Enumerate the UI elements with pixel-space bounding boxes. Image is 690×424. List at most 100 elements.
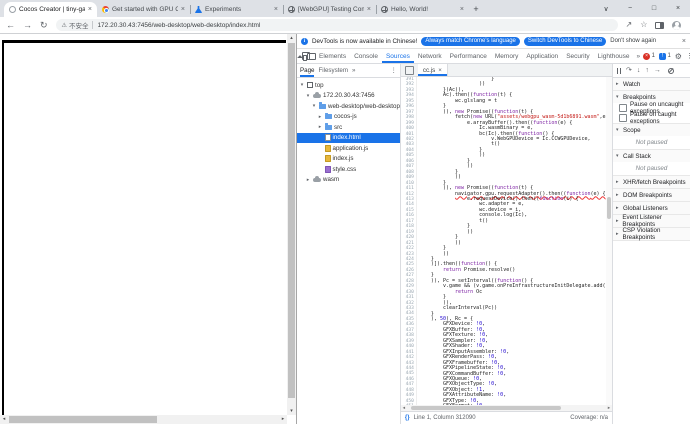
profile-avatar[interactable]: [672, 20, 682, 30]
settings-gear-icon[interactable]: ⚙: [675, 52, 682, 61]
chevron-down-icon[interactable]: ▾: [299, 82, 305, 88]
chevron-down-icon[interactable]: ▾: [305, 93, 311, 99]
devtools-tab-memory[interactable]: Memory: [491, 50, 522, 63]
editor-scroll-left-icon[interactable]: ◄: [402, 405, 406, 411]
devtools-menu-icon[interactable]: ⋮: [686, 52, 690, 60]
section-header[interactable]: ▸ XHR/fetch Breakpoints: [613, 176, 690, 188]
share-icon[interactable]: ↗: [626, 21, 633, 29]
browser-tab[interactable]: Get started with GPU Compu...×: [97, 2, 190, 17]
step-out-icon[interactable]: ↑: [645, 67, 649, 74]
tab-search-icon[interactable]: ∨: [594, 5, 618, 13]
chevron-down-icon[interactable]: ▾: [311, 103, 317, 109]
browser-tab[interactable]: Cocos Creator | tiny-game×: [4, 2, 97, 17]
side-panel-icon[interactable]: [655, 21, 665, 29]
tree-item-index-js[interactable]: index.js: [297, 154, 400, 165]
browser-tab[interactable]: Experiments ×: [190, 2, 283, 17]
game-canvas[interactable]: [2, 40, 286, 424]
scroll-right-icon[interactable]: ▸: [279, 415, 287, 424]
scroll-up-icon[interactable]: ▴: [287, 34, 296, 42]
tree-item-172-20-30-43-7456[interactable]: ▾ 172.20.30.43:7456: [297, 91, 400, 102]
pretty-print-icon[interactable]: {}: [405, 415, 410, 421]
issues-badge[interactable]: ! 1: [658, 52, 671, 60]
section-header[interactable]: ▸ CSP Violation Breakpoints: [613, 227, 690, 241]
pause-option-row[interactable]: Pause on caught exceptions: [613, 111, 690, 125]
navigator-overflow-icon[interactable]: »: [352, 67, 355, 74]
line-number-gutter: 391 392 393 394 395 396 397 398 399 400 401 402 403 4…: [400, 77, 417, 405]
more-tabs-icon[interactable]: »: [634, 53, 642, 60]
scroll-down-icon[interactable]: ▾: [287, 407, 296, 415]
code-area[interactable]: 391 392 393 394 395 396 397 398 399 400 401 402 403 4…: [400, 77, 612, 405]
devtools-tab-lighthouse[interactable]: Lighthouse: [594, 50, 634, 63]
browser-tab[interactable]: [WebGPU] Testing Composit...×: [283, 2, 376, 17]
horizontal-scroll-thumb[interactable]: [9, 416, 157, 423]
step-into-icon[interactable]: ↓: [637, 67, 641, 74]
match-language-button[interactable]: Always match Chrome's language: [421, 36, 520, 46]
editor-tab-ccjs[interactable]: cc.js ×: [417, 64, 448, 76]
error-badge[interactable]: × 1: [643, 52, 655, 60]
scroll-left-icon[interactable]: ◂: [0, 415, 8, 424]
section-header[interactable]: ▸ Watch: [613, 78, 690, 90]
page-horizontal-scrollbar[interactable]: ◂ ▸: [0, 415, 287, 424]
notification-close-icon[interactable]: ×: [682, 38, 686, 45]
page-vertical-scrollbar[interactable]: ▴ ▾: [287, 34, 296, 415]
reload-button[interactable]: ↻: [40, 20, 48, 30]
step-icon[interactable]: →: [654, 67, 661, 74]
chevron-right-icon[interactable]: ▸: [317, 114, 323, 120]
section-header[interactable]: ▸ DOM Breakpoints: [613, 189, 690, 201]
chevron-right-icon[interactable]: ▸: [305, 177, 311, 183]
tab-filesystem[interactable]: Filesystem: [318, 67, 348, 74]
tab-close-icon[interactable]: ×: [88, 6, 92, 13]
new-tab-button[interactable]: +: [469, 2, 483, 16]
tab-page[interactable]: Page: [300, 65, 314, 77]
checkbox[interactable]: [619, 114, 627, 122]
switch-chinese-button[interactable]: Switch DevTools to Chinese: [523, 36, 607, 46]
chevron-right-icon[interactable]: ▸: [317, 124, 323, 130]
devtools-tab-security[interactable]: Security: [562, 50, 593, 63]
editor-pane-icon[interactable]: [404, 65, 414, 75]
section-header[interactable]: ▾ Scope: [613, 124, 690, 136]
editor-vertical-scrollbar[interactable]: [606, 77, 612, 405]
tree-item-index-html[interactable]: index.html: [297, 132, 400, 143]
browser-tab[interactable]: Hello, World! ×: [376, 2, 469, 17]
address-bar[interactable]: ⚠ 不安全 172.20.30.43:7456/web-desktop/web-…: [55, 19, 618, 31]
bookmark-star-icon[interactable]: ☆: [640, 21, 647, 29]
navigator-menu-icon[interactable]: ⋮: [391, 67, 397, 74]
devtools-tab-network[interactable]: Network: [414, 50, 446, 63]
devtools-tab-sources[interactable]: Sources: [382, 50, 414, 63]
deactivate-breakpoints-icon[interactable]: [667, 67, 674, 74]
dont-show-again-button[interactable]: Don't show again: [610, 38, 656, 44]
forward-button[interactable]: →: [23, 20, 32, 30]
vertical-scroll-thumb[interactable]: [288, 43, 295, 398]
devtools-tab-application[interactable]: Application: [522, 50, 562, 63]
tab-close-icon[interactable]: ×: [460, 6, 464, 13]
section-header[interactable]: ▾ Call Stack: [613, 150, 690, 162]
section-header[interactable]: ▸ Global Listeners: [613, 202, 690, 214]
security-status[interactable]: ⚠ 不安全: [62, 20, 89, 31]
editor-scroll-thumb[interactable]: [607, 197, 611, 219]
editor-horizontal-scrollbar[interactable]: ◄ ►: [400, 405, 612, 411]
tab-close-icon[interactable]: ×: [274, 6, 278, 13]
tree-item-style-css[interactable]: style.css: [297, 164, 400, 175]
maximize-button[interactable]: □: [642, 5, 666, 12]
tab-close-icon[interactable]: ×: [181, 6, 185, 13]
checkbox[interactable]: [619, 104, 627, 112]
devtools-tab-elements[interactable]: Elements: [315, 50, 350, 63]
tree-item-cocos-js[interactable]: ▸ cocos-js: [297, 112, 400, 123]
tab-close-icon[interactable]: ×: [367, 6, 371, 13]
minimize-button[interactable]: −: [618, 5, 642, 12]
tree-item-top[interactable]: ▾ top: [297, 80, 400, 91]
devtools-tab-performance[interactable]: Performance: [446, 50, 491, 63]
editor-tab-close-icon[interactable]: ×: [438, 67, 442, 74]
tree-item-src[interactable]: ▸ src: [297, 122, 400, 133]
editor-scroll-right-icon[interactable]: ►: [607, 405, 611, 411]
tree-item-web-desktop-web-desktop[interactable]: ▾ web-desktop/web-desktop: [297, 101, 400, 112]
pause-icon[interactable]: [617, 67, 621, 74]
step-over-icon[interactable]: ↷: [626, 67, 632, 74]
devtools-tab-console[interactable]: Console: [350, 50, 382, 63]
section-header[interactable]: ▸ Event Listener Breakpoints: [613, 214, 690, 228]
tree-item-application-js[interactable]: application.js: [297, 143, 400, 154]
editor-hscroll-thumb[interactable]: [410, 406, 561, 410]
close-button[interactable]: ×: [666, 5, 690, 12]
back-button[interactable]: ←: [6, 20, 15, 30]
tree-item-wasm[interactable]: ▸ wasm: [297, 175, 400, 186]
